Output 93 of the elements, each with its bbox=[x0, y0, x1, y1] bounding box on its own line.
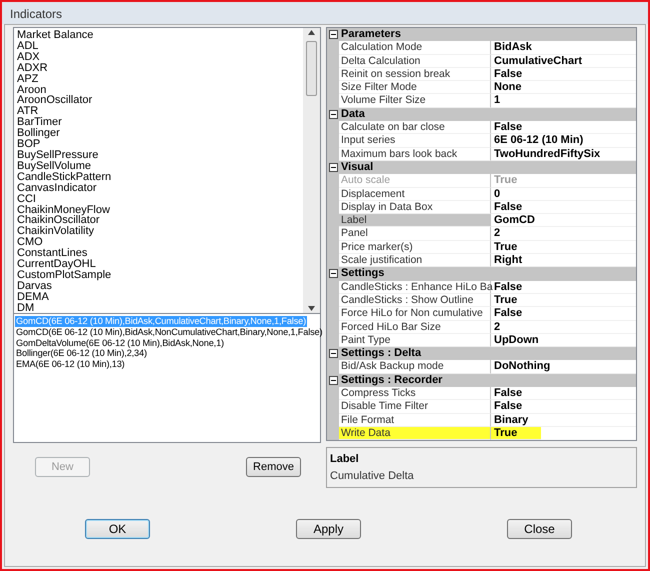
list-item[interactable]: BarTimer bbox=[17, 117, 62, 128]
property-name[interactable]: Delta Calculation bbox=[339, 54, 491, 68]
property-name[interactable]: Calculate on bar close bbox=[339, 121, 491, 134]
property-name[interactable]: Forced HiLo Bar Size bbox=[339, 320, 491, 334]
property-name[interactable]: Displacement bbox=[339, 188, 491, 201]
collapse-icon[interactable] bbox=[329, 376, 338, 385]
dialog-button[interactable]: Apply bbox=[296, 519, 361, 539]
dialog-button[interactable]: OK bbox=[85, 519, 150, 539]
list-item[interactable]: ConstantLines bbox=[17, 248, 88, 260]
description-title: Label bbox=[330, 452, 359, 468]
property-value[interactable]: 0 bbox=[491, 188, 636, 201]
description-text: Cumulative Delta bbox=[330, 468, 414, 484]
list-item[interactable]: Market Balance bbox=[17, 30, 94, 41]
list-item[interactable]: ChaikinVolatility bbox=[17, 226, 94, 238]
scrollbar[interactable] bbox=[303, 28, 320, 313]
list-item[interactable]: CCI bbox=[17, 194, 36, 204]
category-header[interactable]: Settings bbox=[327, 267, 636, 281]
scrollbar-thumb[interactable] bbox=[306, 41, 317, 96]
list-item[interactable]: BOP bbox=[17, 139, 40, 150]
scroll-up-icon[interactable] bbox=[308, 30, 315, 35]
list-item[interactable]: Bollinger bbox=[17, 128, 60, 140]
category-header[interactable]: Settings : Delta bbox=[327, 347, 636, 360]
list-item[interactable]: BuySellVolume bbox=[17, 160, 91, 172]
property-value[interactable]: BidAsk bbox=[491, 41, 636, 55]
list-item[interactable]: APZ bbox=[17, 74, 38, 85]
list-item[interactable]: GomCD(6E 06-12 (10 Min),BidAsk,NonCumulativeChart,Binary,None,1,False) bbox=[15, 326, 324, 338]
property-name[interactable]: Calculation Mode bbox=[339, 41, 491, 55]
category-header[interactable]: Parameters bbox=[327, 28, 636, 42]
list-item[interactable]: CanvasIndicator bbox=[17, 182, 96, 194]
category-label: Settings bbox=[341, 267, 384, 280]
property-name[interactable]: CandleSticks : Show Outline bbox=[339, 294, 491, 308]
property-value[interactable]: 6E 06-12 (10 Min) bbox=[491, 134, 636, 148]
property-value[interactable]: True bbox=[491, 426, 541, 440]
window-title: Indicators bbox=[10, 7, 62, 21]
list-item[interactable]: ChaikinMoneyFlow bbox=[17, 204, 110, 216]
list-item[interactable]: DEMA bbox=[17, 292, 49, 303]
property-name[interactable]: Price marker(s) bbox=[339, 240, 491, 254]
list-item[interactable]: ADXR bbox=[17, 62, 48, 74]
list-item[interactable]: DM bbox=[17, 302, 34, 313]
property-value[interactable]: 2 bbox=[491, 320, 636, 334]
list-item[interactable]: BuySellPressure bbox=[17, 150, 98, 161]
category-label: Parameters bbox=[341, 28, 401, 42]
list-item[interactable]: ATR bbox=[17, 106, 38, 118]
property-value[interactable]: False bbox=[491, 307, 636, 321]
property-value[interactable]: None bbox=[491, 81, 636, 94]
collapse-icon[interactable] bbox=[329, 163, 338, 172]
property-value[interactable]: False bbox=[491, 200, 636, 214]
dialog-button[interactable]: Close bbox=[507, 519, 572, 539]
property-value[interactable]: False bbox=[491, 68, 636, 82]
collapse-icon[interactable] bbox=[329, 269, 338, 278]
list-item[interactable]: GomDeltaVolume(6E 06-12 (10 Min),BidAsk,None,1) bbox=[15, 338, 225, 348]
list-item[interactable]: CMO bbox=[17, 237, 43, 248]
collapse-icon[interactable] bbox=[329, 349, 338, 358]
list-button[interactable]: Remove bbox=[246, 456, 301, 477]
category-label: Visual bbox=[341, 161, 374, 174]
list-item[interactable]: EMA(6E 06-12 (10 Min),13) bbox=[15, 359, 126, 370]
property-name[interactable]: Write Data bbox=[339, 426, 491, 440]
category-label: Data bbox=[341, 108, 365, 121]
property-name[interactable]: Label bbox=[339, 214, 491, 228]
property-value[interactable]: False bbox=[491, 400, 636, 414]
property-name[interactable]: Input series bbox=[339, 134, 491, 148]
list-item[interactable]: Bollinger(6E 06-12 (10 Min),2,34) bbox=[15, 348, 148, 360]
list-item[interactable]: Darvas bbox=[17, 280, 52, 292]
category-header[interactable]: Settings : Recorder bbox=[327, 374, 636, 388]
category-label: Settings : Recorder bbox=[341, 374, 442, 387]
property-name[interactable]: Compress Ticks bbox=[339, 387, 491, 400]
list-item[interactable]: CustomPlotSample bbox=[17, 270, 112, 281]
collapse-icon[interactable] bbox=[329, 110, 338, 119]
list-item[interactable]: Aroon bbox=[17, 84, 46, 96]
list-item[interactable]: ChaikinOscillator bbox=[17, 215, 100, 226]
property-name[interactable]: Panel bbox=[339, 227, 491, 241]
property-name[interactable]: Disable Time Filter bbox=[339, 400, 491, 414]
category-label: Settings : Delta bbox=[341, 347, 422, 360]
property-value[interactable]: True bbox=[491, 240, 636, 254]
property-value[interactable]: False bbox=[491, 387, 636, 400]
list-item[interactable]: CurrentDayOHL bbox=[17, 259, 96, 270]
property-name[interactable]: Reinit on session break bbox=[339, 68, 491, 82]
category-header[interactable]: Data bbox=[327, 108, 636, 122]
list-item[interactable]: AroonOscillator bbox=[17, 95, 92, 106]
category-header[interactable]: Visual bbox=[327, 160, 636, 174]
property-value[interactable]: GomCD bbox=[491, 214, 636, 228]
list-item[interactable]: ADL bbox=[17, 40, 38, 52]
property-name[interactable]: CandleSticks : Enhance HiLo Ba bbox=[339, 280, 491, 294]
list-item[interactable]: CandleStickPattern bbox=[17, 172, 112, 183]
scroll-down-icon[interactable] bbox=[308, 306, 315, 311]
property-value[interactable]: CumulativeChart bbox=[491, 54, 636, 68]
property-name[interactable]: Force HiLo for Non cumulative bbox=[339, 307, 491, 321]
property-name[interactable]: Size Filter Mode bbox=[339, 81, 491, 94]
collapse-icon[interactable] bbox=[329, 30, 338, 40]
list-item[interactable]: ADX bbox=[17, 52, 40, 63]
property-value[interactable]: True bbox=[491, 294, 636, 308]
property-value[interactable]: 2 bbox=[491, 227, 636, 241]
property-value[interactable]: False bbox=[491, 121, 636, 134]
